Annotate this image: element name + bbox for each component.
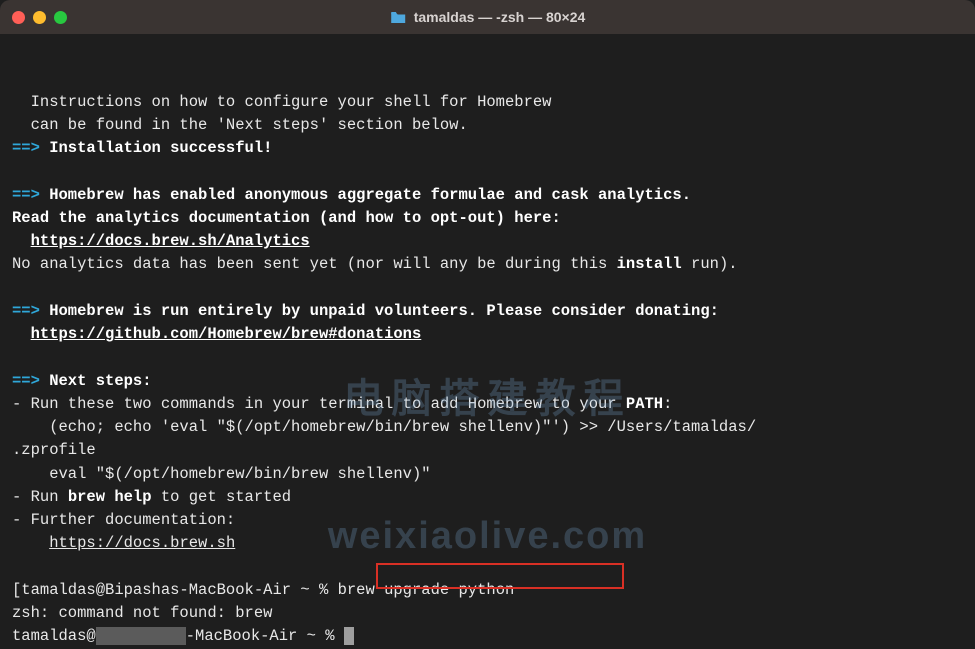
- prompt-text: [tamaldas@Bipashas-MacBook-Air ~ %: [12, 581, 338, 599]
- text-line: Instructions on how to configure your sh…: [12, 93, 552, 111]
- donate-link[interactable]: https://github.com/Homebrew/brew#donatio…: [31, 325, 422, 343]
- text-line: .zprofile: [12, 441, 96, 459]
- text-line: eval "$(/opt/homebrew/bin/brew shellenv)…: [12, 465, 431, 483]
- window-titlebar: tamaldas — -zsh — 80×24: [0, 0, 975, 34]
- arrow-marker: ==>: [12, 372, 40, 390]
- text-bold: PATH: [626, 395, 663, 413]
- text-line: Read the analytics documentation (and ho…: [12, 209, 561, 227]
- analytics-heading: Homebrew has enabled anonymous aggregate…: [40, 186, 691, 204]
- arrow-marker: ==>: [12, 302, 40, 320]
- folder-icon: [390, 11, 406, 24]
- command-text: brew upgrade python: [338, 581, 515, 599]
- close-button[interactable]: [12, 11, 25, 24]
- window-title: tamaldas — -zsh — 80×24: [414, 7, 586, 28]
- text-line: :: [663, 395, 672, 413]
- volunteers-heading: Homebrew is run entirely by unpaid volun…: [40, 302, 719, 320]
- text-line: - Run: [12, 488, 68, 506]
- analytics-link[interactable]: https://docs.brew.sh/Analytics: [31, 232, 310, 250]
- text-line: to get started: [152, 488, 292, 506]
- text-line: - Run these two commands in your termina…: [12, 395, 626, 413]
- maximize-button[interactable]: [54, 11, 67, 24]
- install-success: Installation successful!: [40, 139, 273, 157]
- terminal-content[interactable]: 电脑搭建教程 weixiaolive.com Instructions on h…: [0, 34, 975, 630]
- next-steps-heading: Next steps:: [40, 372, 152, 390]
- error-text: zsh: command not found: brew: [12, 604, 272, 622]
- text-line: can be found in the 'Next steps' section…: [12, 116, 468, 134]
- minimize-button[interactable]: [33, 11, 46, 24]
- text-bold: install: [617, 255, 682, 273]
- text-line: run).: [682, 255, 738, 273]
- arrow-marker: ==>: [12, 186, 40, 204]
- text-line: No analytics data has been sent yet (nor…: [12, 255, 617, 273]
- text-bold: brew help: [68, 488, 152, 506]
- arrow-marker: ==>: [12, 139, 40, 157]
- window-title-container: tamaldas — -zsh — 80×24: [390, 7, 586, 28]
- text-line: (echo; echo 'eval "$(/opt/homebrew/bin/b…: [12, 418, 756, 436]
- docs-link[interactable]: https://docs.brew.sh: [49, 534, 235, 552]
- traffic-lights: [12, 11, 67, 24]
- text-line: - Further documentation:: [12, 511, 235, 529]
